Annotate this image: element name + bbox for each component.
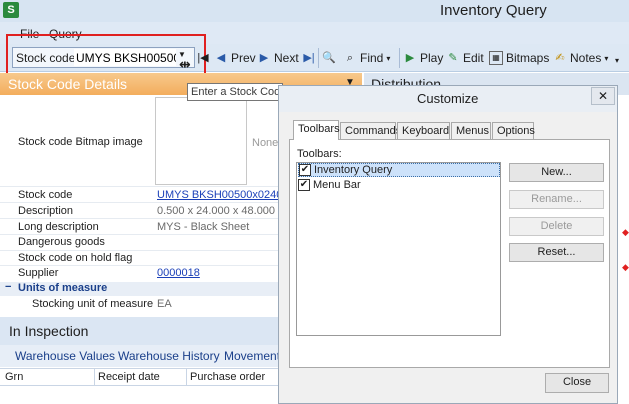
resize-cursor-icon: ⇹ [179,56,191,72]
image-icon: ▦ [489,51,503,65]
next-button[interactable]: ▶ Next [257,51,299,65]
notes-label: Notes [570,51,602,65]
binoculars-icon: ⌕ [346,52,354,64]
column-receipt-date[interactable]: Receipt date [98,371,160,383]
long-description-value: MYS - Black Sheet [157,221,250,233]
bitmap-none-value: None [252,137,279,149]
close-button[interactable]: Close [545,373,609,393]
last-record-icon: ▶| [303,52,315,64]
supplier-link[interactable]: 0000018 [157,267,200,279]
find-dropdown-icon: ▾ [386,53,391,63]
find-label: Find [360,51,384,65]
column-divider [94,368,95,386]
tab-warehouse-values[interactable]: Warehouse Values [15,349,115,363]
tab-menus[interactable]: Menus [451,122,491,139]
tab-commands[interactable]: Commands [340,122,401,139]
tab-toolbars[interactable]: Toolbars [293,120,340,140]
magnifier-icon: 🔍 [322,52,336,64]
list-item[interactable]: ✔ Inventory Query [298,163,500,177]
supplier-row-label: Supplier [18,267,59,279]
toolbars-caption: Toolbars: [297,148,342,160]
notes-icon: ✍ [555,52,565,64]
reset-toolbar-button[interactable]: Reset... [509,243,604,262]
zoom-button[interactable]: 🔍 [322,51,336,65]
inspection-panel-title: In Inspection [9,323,89,339]
first-record-icon: |◀ [197,52,209,64]
list-item-label: Inventory Query [314,164,393,176]
right-edge [618,96,629,404]
column-grn[interactable]: Grn [5,371,23,383]
delete-toolbar-button[interactable]: Delete [509,217,604,236]
stock-panel-title: Stock Code Details [8,76,128,92]
notes-button[interactable]: ✍ Notes ▾ [553,51,608,65]
rename-toolbar-button[interactable]: Rename... [509,190,604,209]
list-item[interactable]: ✔ Menu Bar [298,178,500,192]
dangerous-goods-row-label: Dangerous goods [18,236,105,248]
column-purchase-order[interactable]: Purchase order [190,371,265,383]
new-toolbar-button[interactable]: New... [509,163,604,182]
stocking-uom-label: Stocking unit of measure [32,298,154,310]
sheet-icon: S [3,2,19,18]
stock-code-link[interactable]: UMYS BKSH00500x024000 [157,189,295,201]
close-icon[interactable]: ✕ [591,87,615,105]
toolbar-separator [399,48,400,68]
tab-options[interactable]: Options [492,122,535,139]
stock-code-tooltip: Enter a Stock Code [187,83,286,101]
notes-dropdown-icon: ▾ [604,53,609,63]
edit-icon: ✎ [448,52,458,64]
description-row-label: Description [18,205,74,217]
prev-button[interactable]: ◀ Prev [214,51,256,65]
warning-icon: ◆ [622,262,629,272]
dialog-title: Customize [417,91,479,106]
column-divider [186,368,187,386]
edit-button[interactable]: ✎ Edit [446,51,484,65]
checkbox-checked-icon[interactable]: ✔ [298,179,310,191]
first-button[interactable]: |◀ [196,51,210,65]
find-button[interactable]: ⌕ Find ▾ [343,51,390,65]
list-item-label: Menu Bar [313,179,361,191]
toolbar-overflow-icon[interactable]: ▾ [615,56,619,65]
checkbox-checked-icon[interactable]: ✔ [299,164,311,176]
bitmaps-button[interactable]: ▦ Bitmaps [489,51,549,65]
window-title: Inventory Query [440,2,547,19]
play-button[interactable]: ▶ Play [403,51,444,65]
play-label: Play [420,51,444,65]
bitmap-image[interactable] [155,97,247,185]
long-description-row-label: Long description [18,221,99,233]
bitmaps-label: Bitmaps [506,51,550,65]
edit-label: Edit [463,51,484,65]
tab-keyboard[interactable]: Keyboard [397,122,450,139]
last-button[interactable]: ▶| [302,51,316,65]
stock-code-row-label: Stock code [18,189,73,201]
toolbar-separator [318,48,319,68]
stocking-uom-value: EA [157,298,172,310]
tab-warehouse-history[interactable]: Warehouse History [118,349,220,363]
description-value: 0.500 x 24.000 x 48.000 [157,205,276,217]
play-icon: ▶ [405,52,415,64]
tab-movement[interactable]: Movement [224,349,280,363]
arrow-right-icon: ▶ [259,52,269,64]
warning-icon: ◆ [622,227,629,237]
on-hold-row-label: Stock code on hold flag [18,252,133,264]
arrow-left-icon: ◀ [216,52,226,64]
prev-label: Prev [231,51,256,65]
next-label: Next [274,51,299,65]
bitmap-label: Stock code Bitmap image [18,136,143,148]
collapse-icon[interactable]: − [5,281,11,293]
units-section-label: Units of measure [18,282,108,294]
